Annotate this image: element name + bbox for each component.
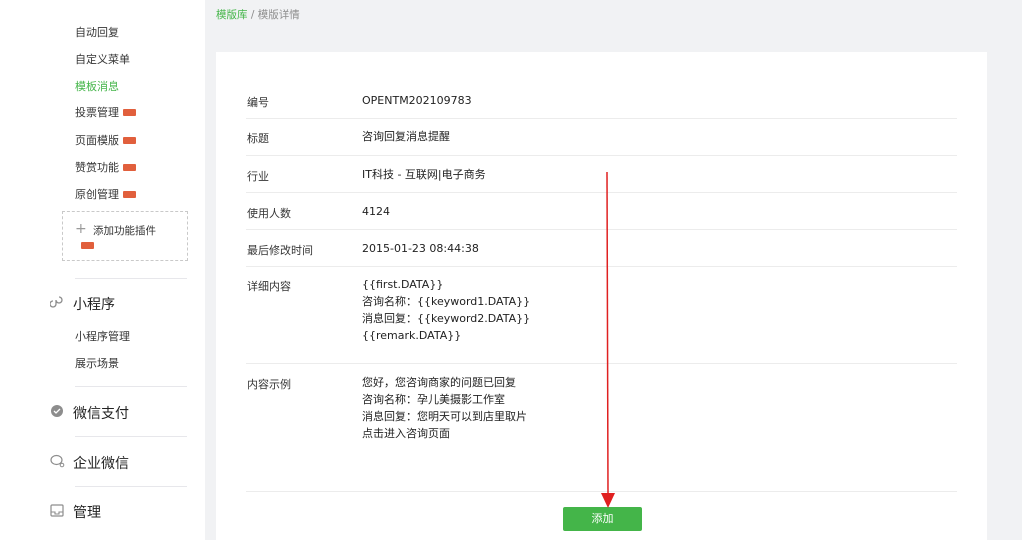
arrow-shaft bbox=[606, 171, 609, 495]
arrow-head bbox=[601, 493, 615, 508]
annotation-arrow bbox=[601, 171, 615, 508]
